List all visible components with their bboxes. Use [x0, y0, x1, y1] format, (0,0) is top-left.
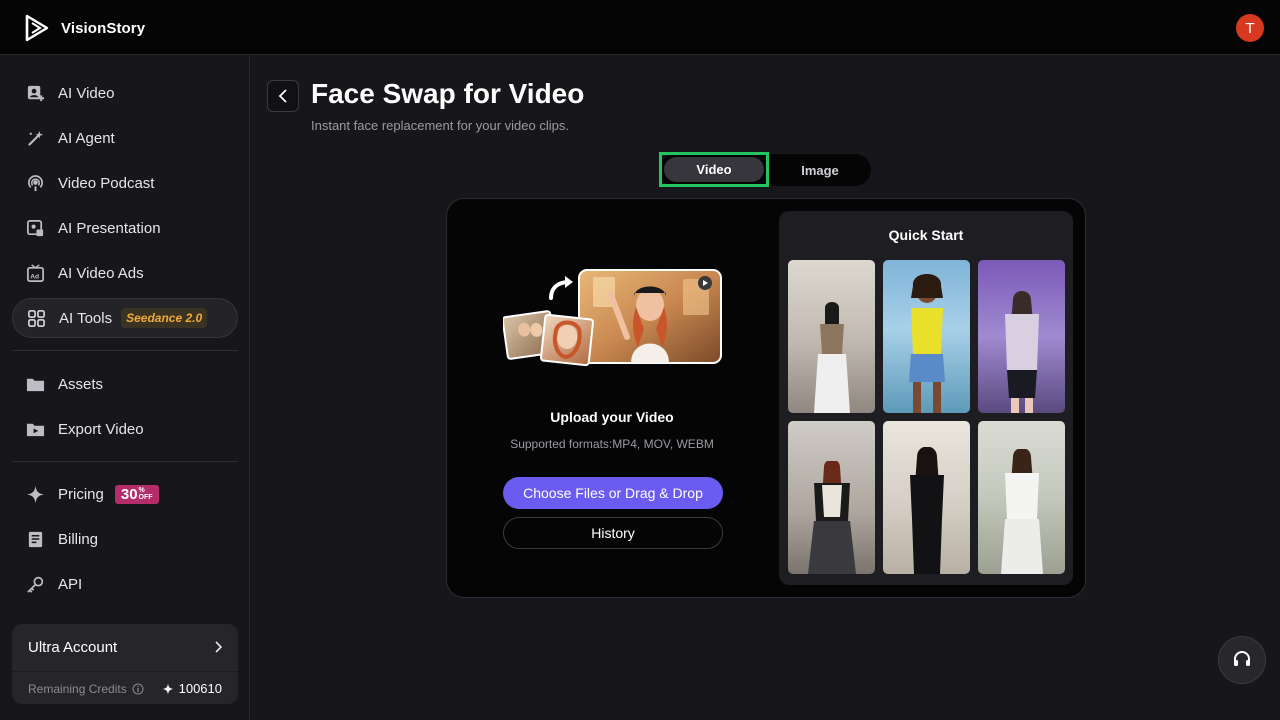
sidebar-item-label: API	[58, 575, 83, 593]
page-title: Face Swap for Video	[311, 78, 585, 109]
seedance-badge: Seedance 2.0	[121, 308, 208, 328]
top-bar: VisionStory T	[0, 0, 1280, 55]
sidebar-item-label: Pricing	[58, 485, 104, 503]
credits-row: Remaining Credits 100610	[12, 671, 238, 704]
page-subtitle: Instant face replacement for your video …	[311, 118, 569, 133]
tab-video-label: Video	[664, 157, 764, 182]
quick-start-title: Quick Start	[888, 227, 964, 243]
sidebar-item-label: AI Tools	[59, 309, 113, 327]
sidebar-divider	[12, 350, 238, 351]
upload-title: Upload your Video	[550, 409, 674, 425]
sidebar-item-label: Export Video	[58, 420, 144, 438]
sidebar-item-api[interactable]: API	[12, 564, 238, 604]
credits-value-group: 100610	[162, 681, 222, 696]
magic-wand-icon	[25, 128, 45, 148]
sidebar-item-ai-presentation[interactable]: AI Presentation	[12, 208, 238, 248]
discount-off: OFF	[138, 494, 153, 501]
logo-icon	[25, 14, 49, 42]
sidebar-item-label: AI Presentation	[58, 219, 161, 237]
quick-start-thumbnail[interactable]	[978, 260, 1065, 413]
info-icon[interactable]	[132, 683, 144, 695]
svg-text:Ad: Ad	[30, 273, 39, 280]
sidebar-divider	[12, 461, 238, 462]
sidebar-item-label: AI Video Ads	[58, 264, 144, 282]
chevron-left-icon	[278, 89, 287, 103]
export-folder-icon	[25, 419, 45, 439]
upload-card: Upload your Video Supported formats:MP4,…	[446, 198, 1086, 598]
quick-start-panel: Quick Start	[779, 211, 1073, 585]
sidebar-item-ai-agent[interactable]: AI Agent	[12, 118, 238, 158]
logo[interactable]: VisionStory	[24, 14, 145, 42]
sidebar-item-ai-video[interactable]: AI Video	[12, 73, 238, 113]
history-button[interactable]: History	[503, 517, 723, 549]
upload-illustration	[503, 269, 722, 367]
sparkle-icon	[25, 484, 45, 504]
media-type-toggle: Video Image	[659, 152, 871, 187]
sidebar-item-video-podcast[interactable]: Video Podcast	[12, 163, 238, 203]
sidebar-item-ai-video-ads[interactable]: Ad AI Video Ads	[12, 253, 238, 293]
sidebar-item-label: Assets	[58, 375, 104, 393]
sidebar-item-pricing[interactable]: Pricing 30 % OFF	[12, 474, 238, 514]
discount-number: 30	[120, 485, 138, 503]
quick-start-thumbnail[interactable]	[788, 421, 875, 574]
quick-start-thumbnail[interactable]	[883, 260, 970, 413]
user-avatar[interactable]: T	[1236, 14, 1264, 42]
podcast-icon	[25, 173, 45, 193]
sidebar-item-label: AI Video	[58, 84, 115, 102]
sidebar-item-assets[interactable]: Assets	[12, 364, 238, 404]
sidebar-item-billing[interactable]: Billing	[12, 519, 238, 559]
chevron-right-icon[interactable]	[214, 640, 223, 658]
sidebar-item-label: Video Podcast	[58, 174, 155, 192]
grid-icon	[26, 308, 46, 328]
receipt-icon	[25, 529, 45, 549]
app-name: VisionStory	[61, 19, 146, 37]
supported-formats: Supported formats:MP4, MOV, WEBM	[510, 437, 714, 451]
discount-percent: %	[138, 487, 145, 494]
key-icon	[25, 574, 45, 594]
tab-image[interactable]: Image	[769, 154, 871, 186]
presentation-icon	[25, 218, 45, 238]
credits-label: Remaining Credits	[28, 682, 127, 696]
discount-badge: 30 % OFF	[114, 484, 159, 504]
tab-video[interactable]: Video	[659, 152, 769, 187]
quick-start-thumbnail[interactable]	[978, 421, 1065, 574]
sidebar-item-label: Billing	[58, 530, 99, 548]
sidebar-item-ai-tools[interactable]: AI Tools Seedance 2.0	[12, 298, 238, 338]
quick-start-thumbnail[interactable]	[883, 421, 970, 574]
headset-icon	[1234, 651, 1250, 666]
sidebar-item-export-video[interactable]: Export Video	[12, 409, 238, 449]
folder-icon	[25, 374, 45, 394]
back-button[interactable]	[267, 80, 299, 112]
quick-start-thumbnail[interactable]	[788, 260, 875, 413]
ads-icon: Ad	[25, 263, 45, 283]
support-button[interactable]	[1218, 636, 1266, 684]
account-title: Ultra Account	[28, 639, 118, 656]
choose-files-button[interactable]: Choose Files or Drag & Drop	[503, 477, 723, 509]
sidebar-item-label: AI Agent	[58, 129, 115, 147]
sparkle-icon	[162, 683, 174, 694]
ai-video-icon	[25, 83, 45, 103]
credits-label-group: Remaining Credits	[28, 682, 144, 696]
sidebar: AI Video AI Agent Video Podcast AI Prese…	[0, 56, 250, 720]
account-panel[interactable]: Ultra Account Remaining Credits 100610	[12, 624, 238, 704]
credits-value: 100610	[178, 681, 222, 696]
